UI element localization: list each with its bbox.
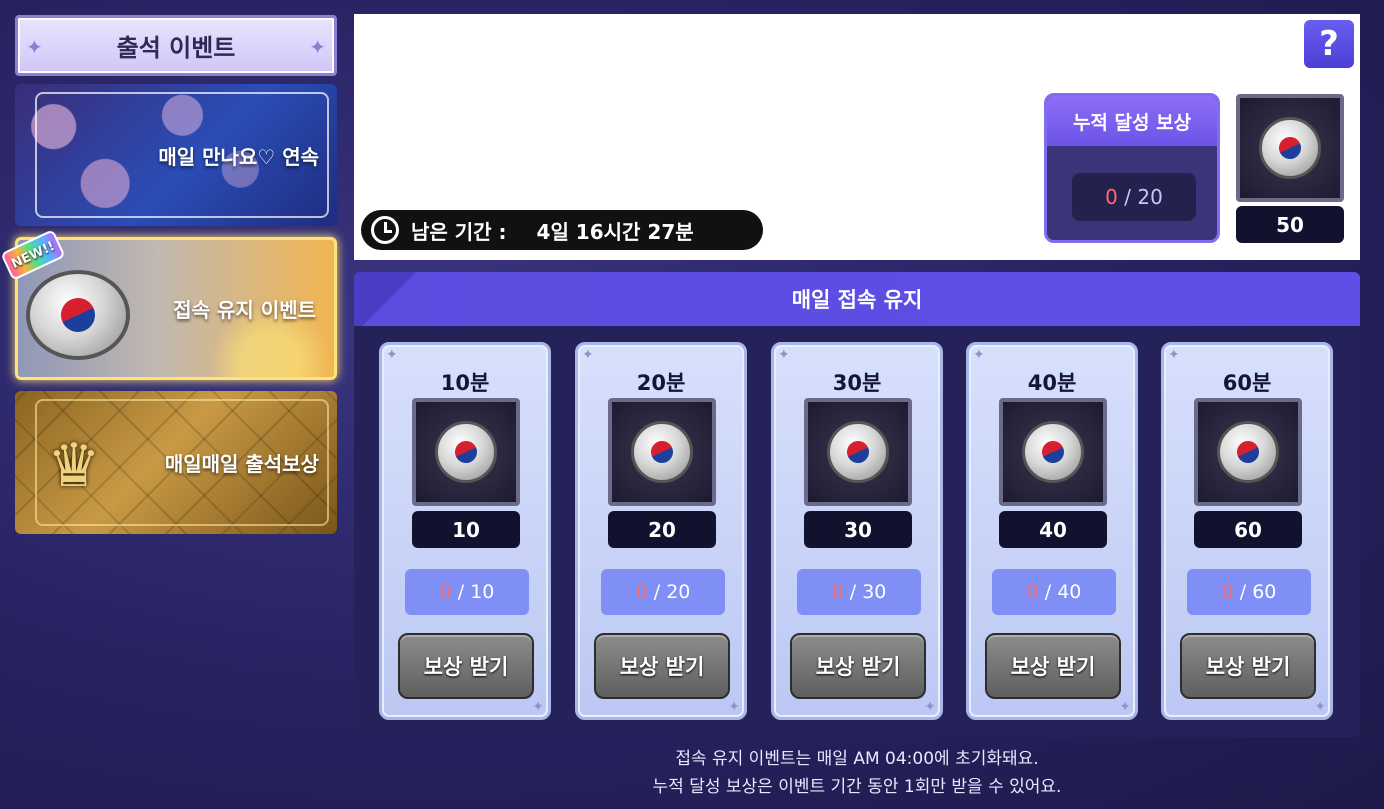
reward-count: 40 — [999, 511, 1107, 548]
reward-card: ✦ ✦ 60분 60 0 / 60 보상 받기 — [1161, 342, 1333, 720]
remaining-label: 남은 기간 : — [411, 219, 507, 244]
cumulative-reward-box: 누적 달성 보상 0 / 20 — [1044, 93, 1220, 243]
reward-card: ✦ ✦ 40분 40 0 / 40 보상 받기 — [966, 342, 1138, 720]
remaining-value: 4일 16시간 27분 — [536, 219, 694, 244]
reward-item[interactable] — [804, 398, 912, 506]
sidebar-item-label: 매일매일 출석보상 — [164, 452, 319, 476]
claim-reward-button[interactable]: 보상 받기 — [985, 633, 1121, 699]
clock-icon — [371, 216, 399, 244]
reward-item[interactable] — [412, 398, 520, 506]
cumulative-reward-count: 50 — [1236, 206, 1344, 243]
progress-current: 0 — [1026, 581, 1039, 603]
claim-reward-button[interactable]: 보상 받기 — [1180, 633, 1316, 699]
sparkle-icon: ✦ — [26, 35, 43, 59]
progress-target: / 40 — [1044, 581, 1082, 603]
sidebar-title-text: 출석 이벤트 — [116, 34, 236, 62]
reward-progress: 0 / 10 — [405, 569, 529, 615]
sidebar-item-stay-connected[interactable]: 접속 유지 이벤트 — [15, 237, 337, 380]
help-button[interactable]: ? — [1304, 20, 1354, 68]
coin-icon — [1259, 117, 1321, 179]
claim-reward-button[interactable]: 보상 받기 — [398, 633, 534, 699]
reward-progress: 0 / 40 — [992, 569, 1116, 615]
progress-current: 0 — [635, 581, 648, 603]
reward-time: 40분 — [1027, 371, 1077, 395]
reward-count: 60 — [1194, 511, 1302, 548]
sidebar-item-daily-attendance[interactable]: ♛ 매일매일 출석보상 — [15, 391, 337, 534]
reward-progress: 0 / 20 — [601, 569, 725, 615]
progress-target: / 20 — [653, 581, 691, 603]
progress-current: 0 — [831, 581, 844, 603]
progress-current: 0 — [1105, 185, 1118, 209]
progress-target: / 10 — [457, 581, 495, 603]
sidebar-item-daily-meet[interactable]: 매일 만나요♡ 연속 — [15, 84, 337, 226]
coin-icon — [435, 421, 497, 483]
cumulative-reward-title: 누적 달성 보상 — [1047, 96, 1217, 146]
reward-item[interactable] — [999, 398, 1107, 506]
cumulative-progress: 0 / 20 — [1072, 173, 1196, 221]
progress-current: 0 — [439, 581, 452, 603]
reward-card: ✦ ✦ 20분 20 0 / 20 보상 받기 — [575, 342, 747, 720]
progress-current: 0 — [1221, 581, 1234, 603]
cumulative-reward-item[interactable] — [1236, 94, 1344, 202]
reward-time: 10분 — [440, 371, 490, 395]
reward-card: ✦ ✦ 10분 10 0 / 10 보상 받기 — [379, 342, 551, 720]
coin-icon — [827, 421, 889, 483]
reward-count: 10 — [412, 511, 520, 548]
reward-time: 30분 — [832, 371, 882, 395]
sparkle-icon: ✦ — [309, 35, 326, 59]
claim-reward-button[interactable]: 보상 받기 — [790, 633, 926, 699]
progress-target: / 20 — [1124, 185, 1163, 209]
panel-title: 매일 접속 유지 — [354, 272, 1360, 326]
footer-note-2: 누적 달성 보상은 이벤트 기간 동안 1회만 받을 수 있어요. — [652, 777, 1062, 797]
reward-progress: 0 / 60 — [1187, 569, 1311, 615]
reward-card: ✦ ✦ 30분 30 0 / 30 보상 받기 — [771, 342, 943, 720]
reward-time: 20분 — [636, 371, 686, 395]
coin-icon — [1022, 421, 1084, 483]
reward-item[interactable] — [1194, 398, 1302, 506]
reward-item[interactable] — [608, 398, 716, 506]
sidebar-title: ✦ 출석 이벤트 ✦ — [15, 15, 337, 76]
sidebar-item-label: 매일 만나요♡ 연속 — [158, 144, 319, 169]
progress-target: / 60 — [1239, 581, 1277, 603]
coin-icon — [631, 421, 693, 483]
reward-time: 60분 — [1222, 371, 1272, 395]
reward-progress: 0 / 30 — [797, 569, 921, 615]
sidebar-item-label: 접속 유지 이벤트 — [173, 298, 316, 322]
progress-target: / 30 — [849, 581, 887, 603]
crown-icon: ♛ — [47, 431, 101, 501]
remaining-time: 남은 기간 : 4일 16시간 27분 — [361, 210, 763, 250]
coin-icon — [1217, 421, 1279, 483]
footer-note-1: 접속 유지 이벤트는 매일 AM 04:00에 초기화돼요. — [675, 749, 1039, 769]
coin-icon — [26, 270, 130, 360]
reward-count: 20 — [608, 511, 716, 548]
claim-reward-button[interactable]: 보상 받기 — [594, 633, 730, 699]
reward-count: 30 — [804, 511, 912, 548]
